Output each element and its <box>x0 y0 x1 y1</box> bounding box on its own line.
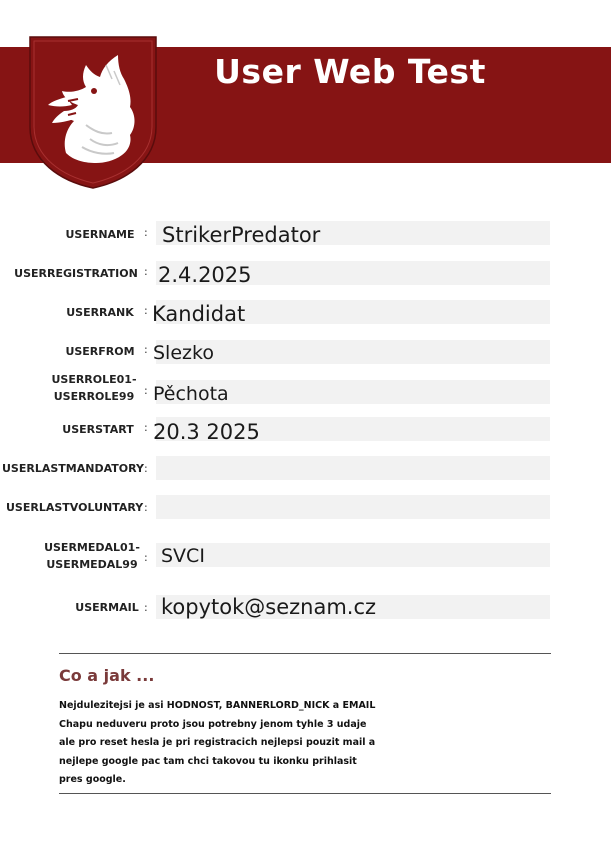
userrole-label-line2: USERROLE99 <box>53 390 135 403</box>
userfrom-label: USERFROM <box>65 345 135 358</box>
userstart-value: 20.3 2025 <box>153 420 260 444</box>
note-line: Chapu neduveru proto jsou potrebny jenom… <box>59 718 367 730</box>
userrole-label-line1: USERROLE01- <box>51 373 137 386</box>
usermedal-colon: : <box>144 551 148 564</box>
usermail-value: kopytok@seznam.cz <box>161 595 377 619</box>
userrole-label: USERROLE01- USERROLE99 <box>40 371 148 405</box>
userrole-colon: : <box>144 384 148 397</box>
username-label: USERNAME <box>65 228 135 241</box>
userstart-colon: : <box>144 421 148 434</box>
userlastmandatory-label: USERLASTMANDATORY <box>2 462 144 475</box>
usermedal-label-line2: USERMEDAL99 <box>46 558 138 571</box>
page-title: User Web Test <box>214 52 486 91</box>
userfrom-colon: : <box>144 343 148 356</box>
userlastmandatory-field[interactable] <box>156 456 550 480</box>
userlastvoluntary-label: USERLASTVOLUNTARY <box>6 501 144 514</box>
usermail-colon: : <box>144 601 148 614</box>
usermedal-field[interactable] <box>156 543 550 567</box>
userrank-colon: : <box>144 304 148 317</box>
userrole-value: Pěchota <box>153 383 229 405</box>
note-line: pres google. <box>59 774 126 785</box>
userregistration-label: USERREGISTRATION <box>14 267 138 280</box>
userregistration-value: 2.4.2025 <box>158 263 252 287</box>
note-top-divider <box>59 653 551 654</box>
note-body: Nejdulezitejsi je asi HODNOST, BANNERLOR… <box>59 697 379 790</box>
note-bottom-divider <box>59 793 551 794</box>
note-title: Co a jak ... <box>59 666 155 685</box>
userlastmandatory-colon: : <box>144 462 148 475</box>
usermail-label: USERMAIL <box>75 601 139 614</box>
usermedal-label: USERMEDAL01- USERMEDAL99 <box>36 539 148 573</box>
userfrom-value: Slezko <box>153 342 214 364</box>
userfrom-field[interactable] <box>156 340 550 364</box>
userlastvoluntary-colon: : <box>144 501 148 514</box>
userlastvoluntary-field[interactable] <box>156 495 550 519</box>
userregistration-colon: : <box>144 265 148 278</box>
userrank-label: USERRANK <box>66 306 134 319</box>
userrank-value: Kandidat <box>152 302 246 326</box>
wolf-head-crest-icon <box>29 36 157 189</box>
username-value: StrikerPredator <box>162 223 321 247</box>
usermedal-value: SVCI <box>161 545 205 567</box>
userstart-label: USERSTART <box>62 423 134 436</box>
note-line: nejlepe google pac tam chci takovou tu i… <box>59 755 357 767</box>
note-line: ale pro reset hesla je pri registracich … <box>59 737 376 748</box>
usermedal-label-line1: USERMEDAL01- <box>44 541 140 554</box>
username-colon: : <box>144 226 148 239</box>
note-line: Nejdulezitejsi je asi HODNOST, BANNERLOR… <box>59 700 376 711</box>
